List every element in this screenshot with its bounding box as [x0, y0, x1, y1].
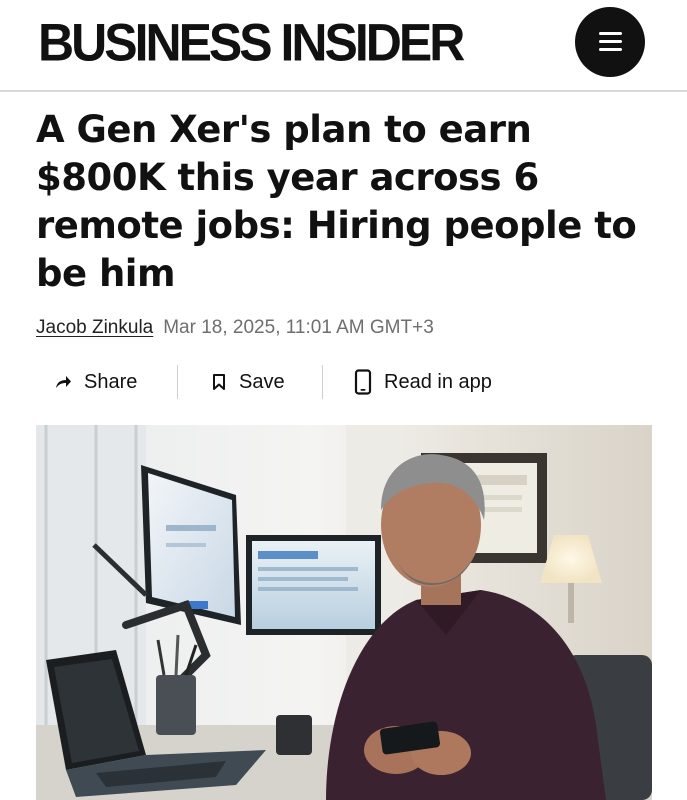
publish-date: Mar 18, 2025, 11:01 AM GMT+3	[163, 317, 434, 338]
action-divider	[177, 365, 178, 399]
hero-photo-illustration	[36, 425, 652, 800]
menu-button[interactable]	[575, 7, 645, 77]
hamburger-menu-icon-bar	[599, 40, 622, 43]
site-logo[interactable]: BUSINESS INSIDER	[38, 12, 465, 73]
read-in-app-button[interactable]: Read in app	[354, 362, 492, 402]
share-label: Share	[84, 370, 138, 393]
byline: Jacob Zinkula Mar 18, 2025, 11:01 AM GMT+…	[36, 316, 434, 340]
hamburger-menu-icon-bar	[599, 48, 622, 51]
hero-image	[36, 425, 652, 800]
site-header: BUSINESS INSIDER	[0, 0, 687, 92]
article-actions: Share Save Read in app	[36, 362, 556, 402]
share-button[interactable]: Share	[54, 362, 137, 402]
phone-icon	[354, 369, 372, 395]
author-link[interactable]: Jacob Zinkula	[36, 317, 153, 338]
action-divider	[322, 365, 323, 399]
bookmark-icon	[211, 373, 227, 391]
article-headline: A Gen Xer's plan to earn $800K this year…	[36, 108, 637, 295]
hamburger-menu-icon	[599, 32, 622, 35]
save-label: Save	[239, 370, 285, 393]
article-page: BUSINESS INSIDER A Gen Xer's plan to ear…	[0, 0, 687, 800]
share-arrow-icon	[54, 374, 72, 390]
read-in-app-label: Read in app	[384, 370, 492, 393]
save-button[interactable]: Save	[211, 362, 285, 402]
